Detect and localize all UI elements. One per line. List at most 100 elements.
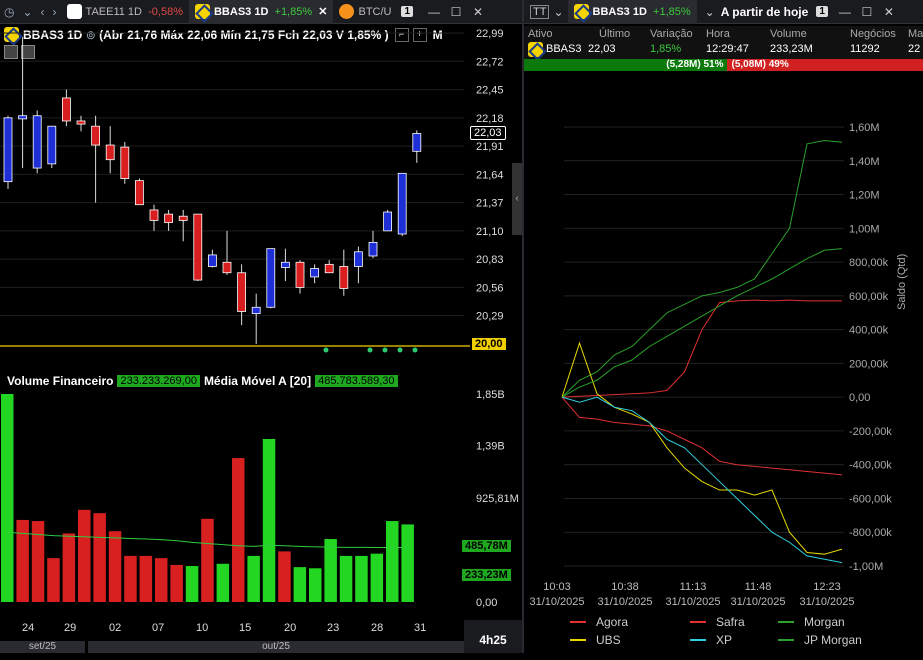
volume-bar — [185, 566, 199, 602]
column-header: Volume — [770, 28, 807, 40]
y-tick-label: 0,00 — [476, 597, 497, 609]
sell-bar: (5,08M) 49% — [727, 59, 923, 71]
cell-volume: 233,23M — [770, 43, 813, 55]
column-header: Negócios — [850, 28, 896, 40]
volume-bar — [216, 563, 230, 602]
tab-taee11[interactable]: TAEE11 1D -0,58% — [61, 0, 189, 24]
y-tick-label: 20,56 — [476, 282, 504, 294]
tab-count-badge[interactable]: 1 — [401, 6, 414, 17]
column-header: Ma — [908, 28, 923, 40]
level-price-tag: 20,00 — [472, 338, 506, 350]
candle-body — [368, 241, 378, 257]
panel-type-icon[interactable]: TT — [530, 4, 550, 19]
legend-item[interactable]: Agora — [570, 615, 628, 629]
signal-dot — [382, 347, 388, 353]
quote-table: Ativo Último Variação Hora Volume Negóci… — [524, 26, 923, 60]
close-window-icon[interactable]: ✕ — [467, 5, 489, 19]
x-tick-label: 11:13 — [680, 581, 707, 593]
x-tick-label: 28 — [371, 622, 384, 634]
candle-body — [266, 248, 276, 308]
volume-bar — [155, 558, 168, 602]
chevron-down-icon[interactable]: ⌄ — [553, 5, 563, 19]
chevron-down-icon[interactable]: ⌄ — [705, 5, 715, 19]
candle-body — [280, 261, 290, 268]
timeframe-label[interactable]: 4h25 — [464, 620, 522, 653]
candle-body — [178, 215, 188, 221]
volume-bar — [293, 567, 307, 602]
signal-dot — [412, 347, 418, 353]
volume-bar — [124, 555, 137, 602]
legend-item[interactable]: Safra — [690, 615, 745, 629]
tab-btc[interactable]: BTC/U — [333, 0, 397, 24]
volume-bar — [47, 558, 60, 602]
y-tick-label: 400,00k — [849, 325, 889, 337]
y-tick-label: 21,91 — [476, 141, 504, 153]
maximize-icon[interactable]: ☐ — [856, 5, 878, 19]
volume-bar — [139, 555, 153, 602]
bb-logo-icon — [194, 4, 210, 19]
y-tick-label: -400,00k — [849, 460, 892, 472]
y-tick-label: 20,29 — [476, 311, 504, 323]
series-line — [561, 299, 842, 398]
buy-bar: (5,28M) 51% — [524, 59, 728, 71]
candle-body — [412, 133, 422, 152]
cell-symbol[interactable]: BBAS3 — [546, 43, 581, 55]
x-tick-label: 02 — [109, 622, 122, 634]
candle-body — [47, 125, 57, 165]
candle-body — [324, 263, 334, 274]
volume-bar — [170, 564, 183, 602]
x-tick-label: 10 — [196, 622, 209, 634]
clock-icon[interactable]: ◷ — [4, 5, 14, 19]
candle-body — [295, 261, 305, 288]
volume-value-badge: 233.233.269,00 — [117, 375, 200, 387]
legend-item[interactable]: Morgan — [778, 615, 845, 629]
right-tab-bbas3[interactable]: BBAS3 1D +1,85% — [567, 0, 697, 24]
series-line — [561, 248, 843, 398]
tab-bar: ◷ ⌄ ‹ › TAEE11 1D -0,58% BBAS3 1D +1,85%… — [0, 0, 522, 24]
column-header: Variação — [650, 28, 693, 40]
x-tick-label: 11:48 — [745, 581, 772, 593]
period-selector[interactable]: A partir de hoje — [721, 5, 809, 19]
panel-count-badge[interactable]: 1 — [816, 6, 828, 17]
close-icon[interactable]: ✕ — [318, 5, 327, 18]
legend-item[interactable]: JP Morgan — [778, 633, 862, 647]
legend-item[interactable]: UBS — [570, 633, 621, 647]
volume-bar — [401, 524, 414, 602]
legend-swatch — [778, 639, 794, 641]
candle-body — [32, 115, 42, 169]
candle-body — [105, 144, 115, 161]
volume-header: Volume Financeiro 233.233.269,00 Média M… — [7, 374, 398, 388]
series-line — [561, 396, 843, 564]
x-tick-label: 20 — [284, 622, 297, 634]
close-window-icon[interactable]: ✕ — [878, 5, 900, 19]
cell-time: 12:29:47 — [706, 43, 749, 55]
tab-bbas3[interactable]: BBAS3 1D +1,85% ✕ — [188, 0, 334, 24]
date-axis: 24 29 02 07 10 15 20 23 28 31 — [0, 618, 464, 640]
y-tick-label: 21,64 — [476, 169, 504, 181]
volume-chart[interactable]: 1,85B 1,39B 925,81M 0,00 — [0, 390, 522, 610]
chevron-left-icon[interactable]: ‹ — [41, 5, 45, 19]
candle-body — [207, 254, 217, 267]
legend-item[interactable]: XP — [690, 633, 732, 647]
volume-bar — [1, 394, 14, 602]
volume-bar — [262, 438, 276, 602]
x-tick-label: 12:23 — [813, 581, 841, 593]
legend-label: Safra — [716, 615, 745, 629]
maximize-icon[interactable]: ☐ — [445, 5, 467, 19]
legend-label: Morgan — [804, 615, 845, 629]
legend-swatch — [570, 639, 586, 641]
volume-bar — [309, 568, 322, 602]
candle-body — [310, 268, 320, 278]
balance-chart[interactable]: 1,60M 1,40M 1,20M 1,00M 800,00k 600,00k 400,00… — [524, 72, 923, 612]
chevron-right-icon[interactable]: › — [53, 5, 57, 19]
volume-bar — [108, 531, 122, 602]
minimize-icon[interactable]: — — [834, 5, 856, 19]
minimize-icon[interactable]: — — [423, 5, 445, 19]
price-chart[interactable]: 22,99 22,72 22,45 22,18 21,91 21,64 21,37 21,10… — [0, 24, 522, 364]
x-tick-label: 29 — [64, 622, 77, 634]
btc-logo-icon — [339, 4, 355, 19]
candle-body — [164, 213, 174, 223]
y-tick-label: 21,10 — [476, 226, 504, 238]
collapse-panel-handle[interactable]: ‹ — [512, 163, 522, 235]
chevron-down-icon[interactable]: ⌄ — [22, 5, 32, 19]
